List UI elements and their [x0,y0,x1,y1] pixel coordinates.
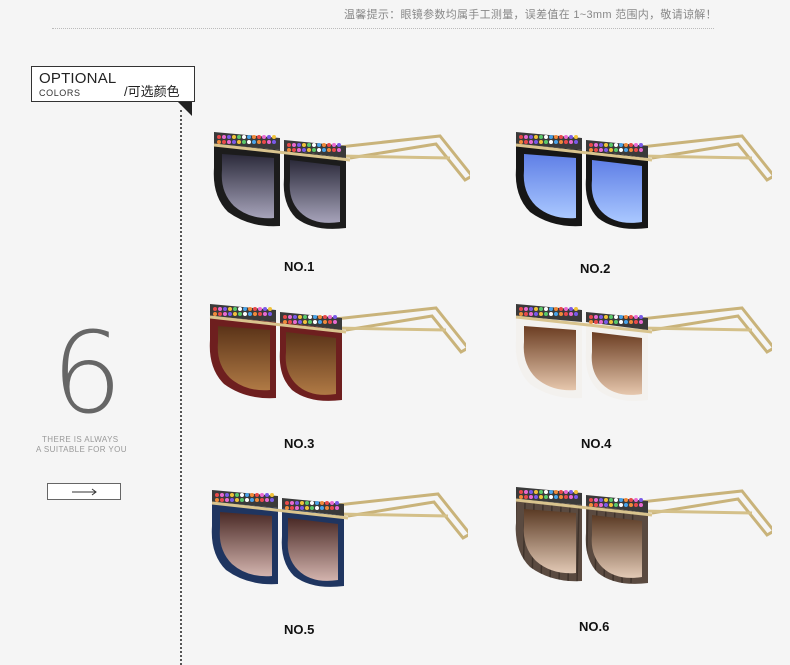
product-label-2: NO.2 [580,261,611,276]
sunglasses-5 [208,486,473,596]
tagline-line-1: THERE IS ALWAYS [42,435,119,444]
section-number: 6 [51,309,123,439]
right-arrow-icon [72,488,97,496]
sunglasses-3 [206,300,471,410]
product-label-3: NO.3 [284,436,315,451]
next-arrow-button[interactable] [47,483,121,500]
product-label-6: NO.6 [579,619,610,634]
sunglasses-6 [512,483,777,593]
sunglasses-4 [512,300,777,410]
notice-divider [52,28,714,29]
measurement-notice: 温馨提示：眼镜参数均属手工测量，误差值在 1~3mm 范围内，敬请谅解！ [344,9,717,21]
dotted-divider [180,110,182,665]
product-label-5: NO.5 [284,622,315,637]
sunglasses-2 [512,128,777,238]
optional-title: OPTIONAL [39,70,117,87]
sunglasses-1 [210,128,475,238]
product-label-1: NO.1 [284,259,315,274]
tagline-line-2: A SUITABLE FOR YOU [36,445,127,454]
product-label-4: NO.4 [581,436,612,451]
optional-colors-chinese: /可选颜色 [124,84,180,99]
optional-colors-banner: OPTIONAL COLORS /可选颜色 [31,66,195,102]
colors-subtitle: COLORS [39,88,81,98]
